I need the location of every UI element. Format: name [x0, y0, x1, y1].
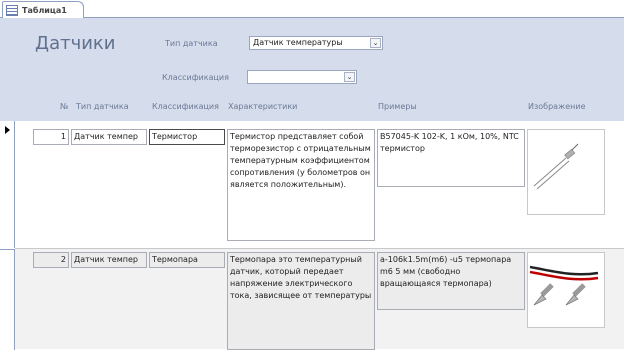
record-selector[interactable]: [0, 249, 15, 350]
column-header-characteristics: Характеристики: [228, 102, 298, 111]
classification-label: Классификация: [162, 73, 229, 82]
column-header-type: Тип датчика: [76, 102, 129, 111]
tab-table1[interactable]: Таблица1: [2, 1, 84, 18]
sensor-type-field[interactable]: Датчик темпер: [71, 252, 147, 268]
column-header-num: №: [60, 102, 69, 111]
record-row: 2 Датчик темпер Термопара Термопара это …: [15, 249, 624, 350]
table-icon: [6, 4, 18, 16]
document-tab-strip: Таблица1: [0, 0, 624, 18]
chevron-down-icon[interactable]: ⌄: [370, 38, 381, 48]
thermocouple-image: [527, 252, 605, 328]
classification-field[interactable]: Термопара: [149, 252, 225, 268]
examples-field[interactable]: a-106k1.5m(m6) -u5 термопара m6 5 мм (св…: [377, 252, 525, 310]
thermistor-image: [527, 129, 605, 215]
sensor-type-field[interactable]: Датчик темпер: [71, 129, 147, 145]
form-header: Датчики Тип датчика Датчик температуры ⌄…: [0, 18, 624, 121]
record-selector[interactable]: [0, 121, 15, 248]
current-record-icon: [5, 126, 10, 134]
tab-label: Таблица1: [22, 5, 67, 15]
sensor-type-value: Датчик температуры: [253, 38, 343, 47]
sensor-type-label: Тип датчика: [165, 39, 218, 48]
sensor-type-combo[interactable]: Датчик температуры ⌄: [249, 36, 383, 50]
record-number-field[interactable]: 1: [33, 129, 69, 145]
record-row: 1 Датчик темпер Термистор Термистор пред…: [15, 121, 624, 249]
characteristics-field[interactable]: Термистор представляет собой терморезист…: [227, 129, 375, 241]
column-header-classification: Классификация: [152, 102, 219, 111]
form-title: Датчики: [35, 33, 116, 54]
classification-field[interactable]: Термистор: [149, 129, 225, 145]
record-number-field[interactable]: 2: [33, 252, 69, 268]
examples-field[interactable]: B57045-K 102-K, 1 кОм, 10%, NTC термисто…: [377, 129, 525, 187]
column-header-examples: Примеры: [378, 102, 417, 111]
chevron-down-icon[interactable]: ⌄: [344, 72, 355, 82]
column-header-image: Изображение: [528, 102, 586, 111]
records-area: 1 Датчик темпер Термистор Термистор пред…: [0, 121, 624, 350]
classification-combo[interactable]: ⌄: [247, 70, 357, 84]
characteristics-field[interactable]: Термопара это температурный датчик, кото…: [227, 252, 375, 350]
